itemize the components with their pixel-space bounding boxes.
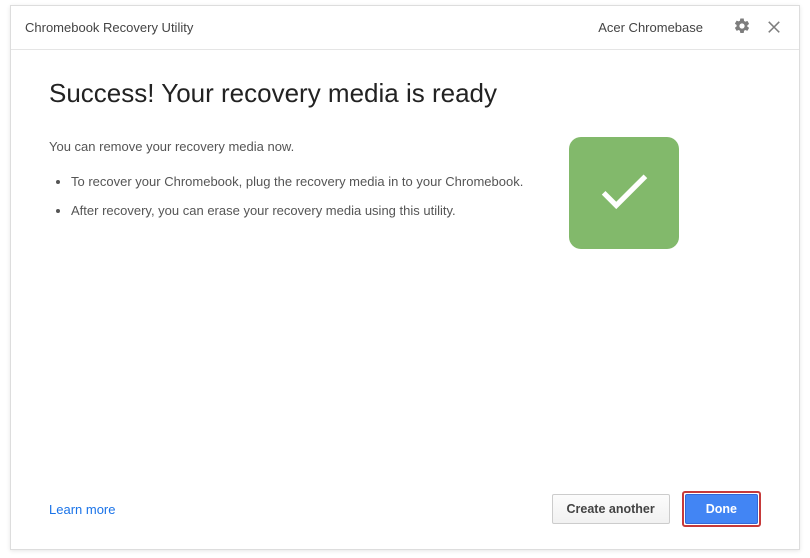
- instructions: You can remove your recovery media now. …: [49, 137, 529, 229]
- page-title: Success! Your recovery media is ready: [49, 78, 761, 109]
- close-button[interactable]: [763, 17, 785, 39]
- learn-more-link[interactable]: Learn more: [49, 502, 115, 517]
- list-item: After recovery, you can erase your recov…: [71, 201, 529, 222]
- success-badge: [569, 137, 679, 249]
- main-content: Success! Your recovery media is ready Yo…: [11, 50, 799, 475]
- settings-button[interactable]: [731, 17, 753, 39]
- create-another-button[interactable]: Create another: [552, 494, 670, 524]
- app-title: Chromebook Recovery Utility: [25, 20, 193, 35]
- app-header: Chromebook Recovery Utility Acer Chromeb…: [11, 6, 799, 50]
- close-icon: [765, 17, 783, 38]
- app-window: Chromebook Recovery Utility Acer Chromeb…: [10, 5, 800, 550]
- done-button-highlight: Done: [682, 491, 761, 527]
- intro-text: You can remove your recovery media now.: [49, 137, 529, 158]
- checkmark-icon: [593, 160, 655, 227]
- gear-icon: [733, 17, 751, 38]
- device-name: Acer Chromebase: [598, 20, 703, 35]
- list-item: To recover your Chromebook, plug the rec…: [71, 172, 529, 193]
- footer: Learn more Create another Done: [11, 475, 799, 549]
- instruction-list: To recover your Chromebook, plug the rec…: [49, 172, 529, 222]
- done-button[interactable]: Done: [685, 494, 758, 524]
